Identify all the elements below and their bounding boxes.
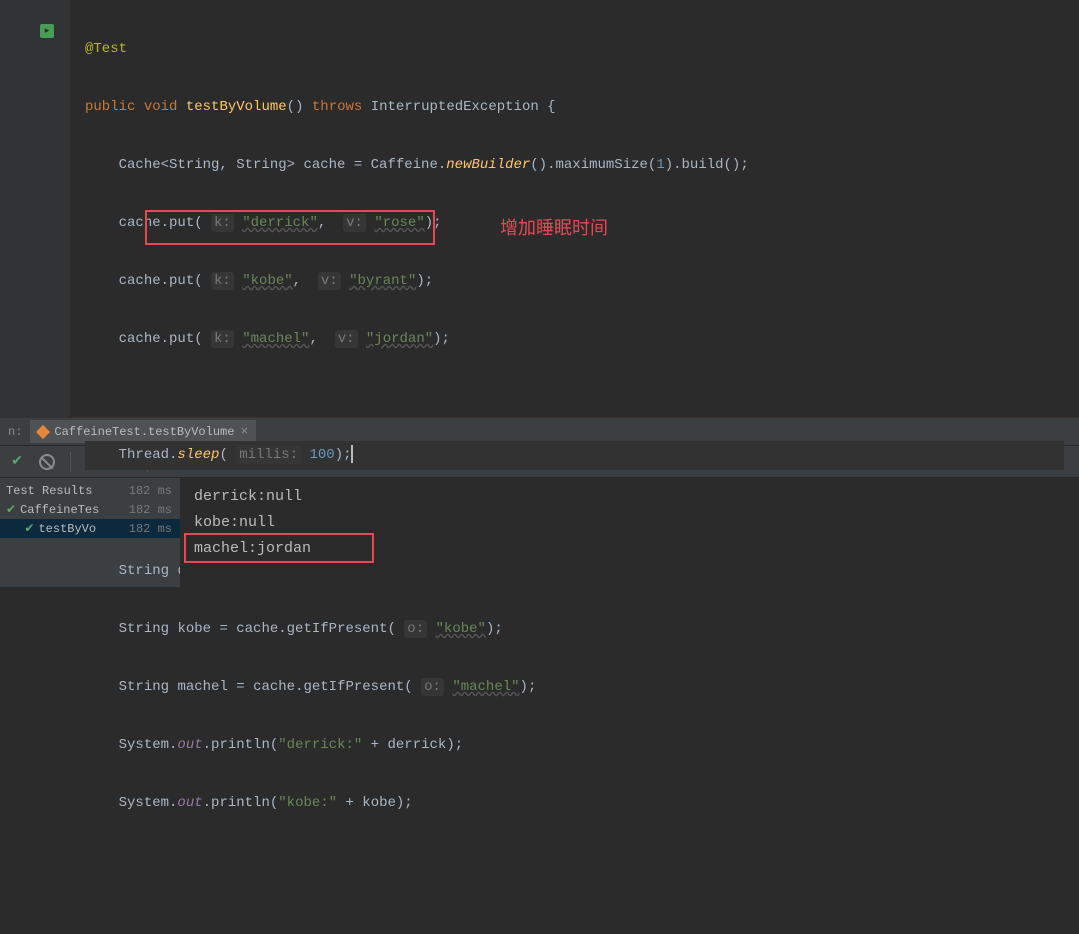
- max-size: 1: [656, 157, 664, 173]
- o-hint2: o:: [404, 620, 427, 638]
- out1: out: [177, 737, 202, 753]
- annotation: @Test: [85, 41, 127, 57]
- str-machel: "machel": [242, 331, 309, 347]
- method-name: testByVolume: [186, 99, 287, 115]
- cache-decl: Cache<String, String> cache = Caffeine.: [119, 157, 447, 173]
- pass-icon: ✔: [6, 502, 16, 517]
- exception-type: InterruptedException: [371, 99, 539, 115]
- close2: );: [486, 621, 503, 637]
- kw-void: void: [144, 99, 178, 115]
- kw-throws: throws: [312, 99, 362, 115]
- println1: .println(: [203, 737, 279, 753]
- highlight-box-output: [184, 533, 374, 563]
- run-label: n:: [8, 425, 22, 439]
- str-kobe2: "kobe": [436, 621, 486, 637]
- system2: System.: [119, 795, 178, 811]
- close: );: [335, 447, 352, 463]
- var-d2: derrick: [388, 737, 447, 753]
- check-icon: ✔: [11, 453, 23, 470]
- editor-gutter: ▸: [0, 0, 70, 417]
- k-hint3: k:: [211, 330, 234, 348]
- editor-area: ▸ @Test public void testByVolume() throw…: [0, 0, 1079, 417]
- eq2: = cache.getIfPresent(: [211, 621, 396, 637]
- after-builder: ().maximumSize(: [530, 157, 656, 173]
- tree-root-label: Test Results: [6, 484, 92, 498]
- var-k2: kobe: [362, 795, 396, 811]
- derrick-label: "derrick:": [278, 737, 362, 753]
- thread: Thread.: [119, 447, 178, 463]
- v-hint2: v:: [318, 272, 341, 290]
- code-content[interactable]: @Test public void testByVolume() throws …: [70, 0, 1079, 417]
- no-icon: [39, 454, 55, 470]
- highlight-box-sleep: [145, 210, 435, 245]
- str-machel2: "machel": [452, 679, 519, 695]
- put3: cache.put(: [119, 331, 203, 347]
- var-kobe: kobe: [177, 621, 211, 637]
- str-byrant: "byrant": [349, 273, 416, 289]
- annotation-chinese: 增加睡眠时间: [500, 214, 608, 243]
- test-config-icon: [36, 424, 50, 438]
- kw-public: public: [85, 99, 135, 115]
- var-machel: machel: [177, 679, 227, 695]
- num-100: 100: [309, 447, 334, 463]
- sleep: sleep: [177, 447, 219, 463]
- put2: cache.put(: [119, 273, 203, 289]
- console-output[interactable]: derrick:null kobe:null machel:jordan: [180, 478, 1079, 587]
- eq3: = cache.getIfPresent(: [228, 679, 413, 695]
- str-jordan: "jordan": [366, 331, 433, 347]
- type-string3: String: [119, 679, 169, 695]
- close3: );: [520, 679, 537, 695]
- type-string2: String: [119, 621, 169, 637]
- o-hint3: o:: [421, 678, 444, 696]
- show-ignored-button[interactable]: [36, 451, 58, 473]
- plus1: +: [362, 737, 387, 753]
- type-string1: String: [119, 563, 169, 579]
- new-builder: newBuilder: [446, 157, 530, 173]
- kobe-label: "kobe:": [278, 795, 337, 811]
- out2: out: [177, 795, 202, 811]
- text-caret: [351, 445, 353, 463]
- v-hint3: v:: [335, 330, 358, 348]
- str-kobe: "kobe": [242, 273, 292, 289]
- pass-icon: ✔: [24, 521, 34, 536]
- millis-hint: millis:: [236, 446, 301, 464]
- output-line-1: derrick:null: [194, 484, 1065, 510]
- run-gutter-icon[interactable]: ▸: [40, 24, 54, 38]
- show-passed-button[interactable]: ✔: [6, 451, 28, 473]
- k-hint2: k:: [211, 272, 234, 290]
- after-size: ).build();: [665, 157, 749, 173]
- separator: [70, 452, 71, 472]
- open-paren: (: [219, 447, 227, 463]
- println2: .println(: [203, 795, 279, 811]
- plus2: +: [337, 795, 362, 811]
- system1: System.: [119, 737, 178, 753]
